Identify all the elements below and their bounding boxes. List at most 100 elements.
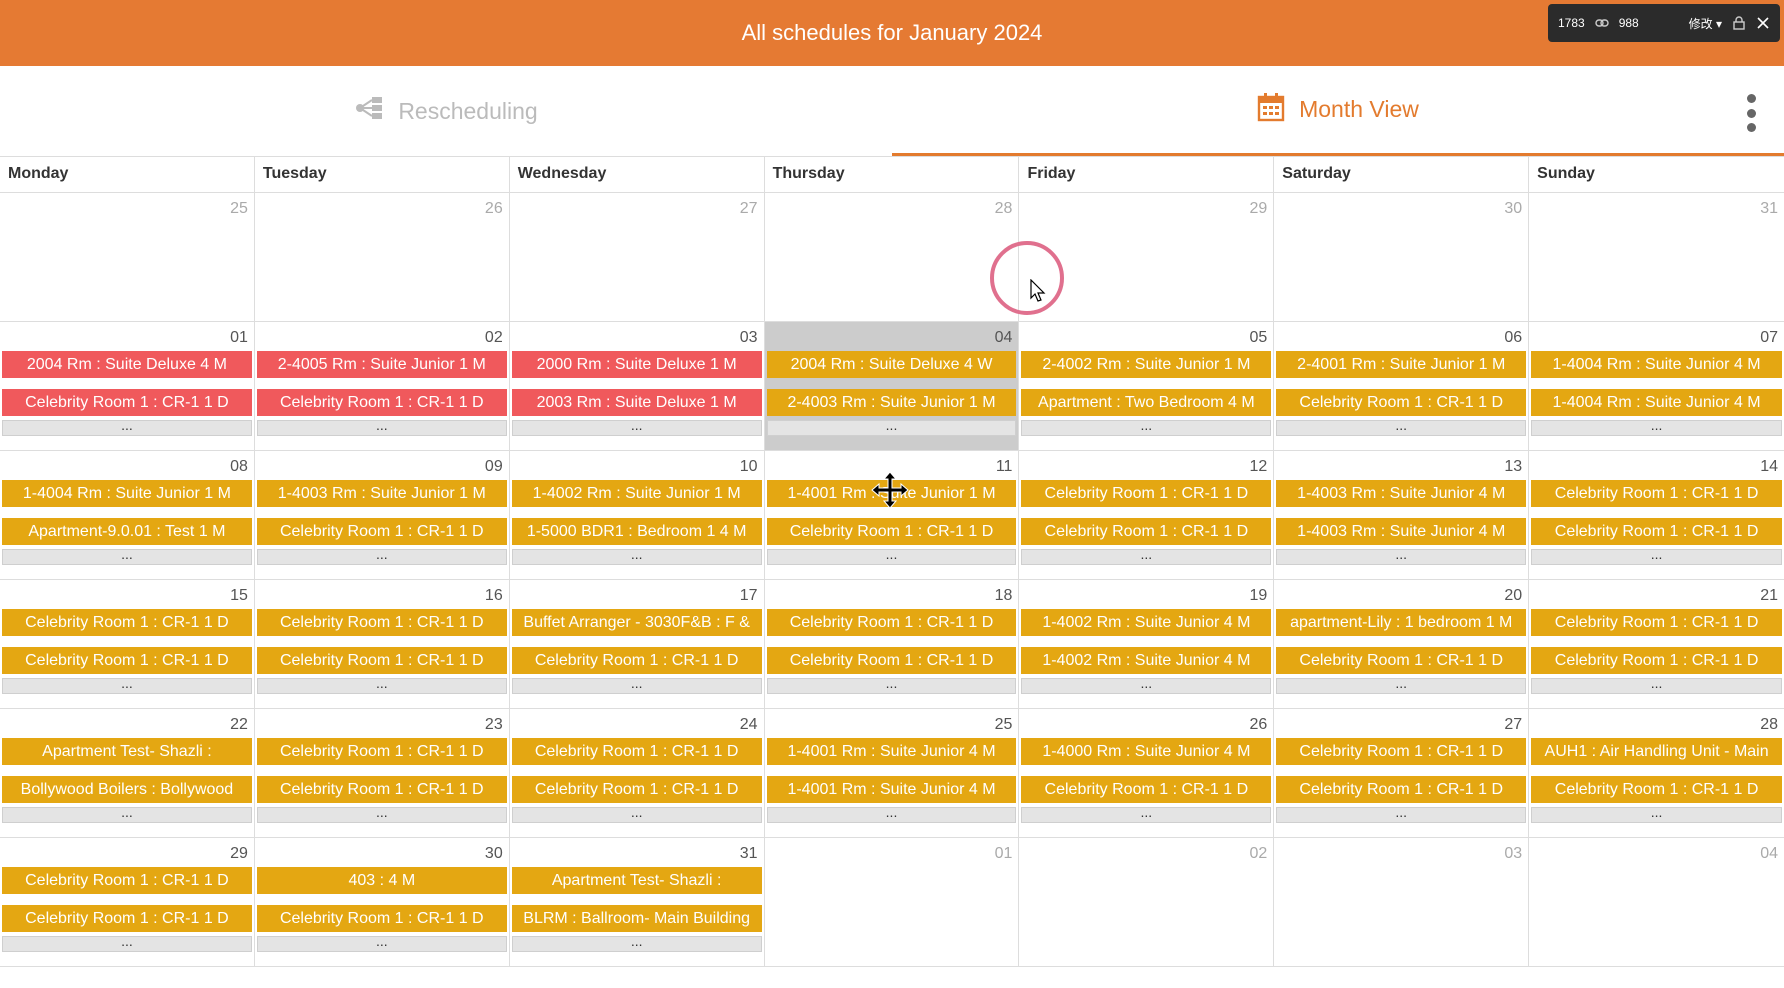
show-more-button[interactable]: ... xyxy=(1531,418,1783,436)
day-cell[interactable]: 31 xyxy=(1529,193,1784,321)
schedule-event[interactable]: Celebrity Room 1 : CR-1 1 D xyxy=(511,776,762,803)
schedule-event[interactable]: 1-4004 Rm : Suite Junior 4 M xyxy=(1531,351,1783,378)
day-cell[interactable]: 28 AUH1 : Air Handling Unit - Main Celebri… xyxy=(1529,709,1784,837)
show-more-button[interactable]: ... xyxy=(1021,805,1272,823)
day-cell[interactable]: 19 1-4002 Rm : Suite Junior 4 M 1-4002 Rm … xyxy=(1019,580,1275,708)
show-more-button[interactable]: ... xyxy=(511,934,762,952)
schedule-event[interactable]: 1-4002 Rm : Suite Junior 1 M xyxy=(511,480,762,507)
day-cell[interactable]: 07 1-4004 Rm : Suite Junior 4 M 1-4004 Rm … xyxy=(1529,322,1784,450)
day-cell[interactable]: 26 xyxy=(255,193,510,321)
schedule-event[interactable]: 2004 Rm : Suite Deluxe 4 M xyxy=(2,351,252,378)
day-cell[interactable]: 03 2000 Rm : Suite Deluxe 1 M 2003 Rm : Su… xyxy=(510,322,765,450)
schedule-event[interactable]: 1-4002 Rm : Suite Junior 4 M xyxy=(1021,647,1272,674)
day-cell[interactable]: 10 1-4002 Rm : Suite Junior 1 M 1-5000 BDR… xyxy=(510,451,765,579)
schedule-event[interactable]: Apartment Test- Shazli : xyxy=(511,867,762,894)
schedule-event[interactable]: Celebrity Room 1 : CR-1 1 D xyxy=(1276,389,1527,416)
day-cell[interactable]: 22 Apartment Test- Shazli : Bollywood Boil… xyxy=(0,709,255,837)
schedule-event[interactable]: Celebrity Room 1 : CR-1 1 D xyxy=(256,776,507,803)
day-cell[interactable]: 08 1-4004 Rm : Suite Junior 1 M Apartment-… xyxy=(0,451,255,579)
schedule-event[interactable]: Celebrity Room 1 : CR-1 1 D xyxy=(256,518,507,545)
show-more-button[interactable]: ... xyxy=(2,805,252,823)
schedule-event[interactable]: 2-4001 Rm : Suite Junior 1 M xyxy=(1276,351,1527,378)
schedule-event[interactable]: Celebrity Room 1 : CR-1 1 D xyxy=(1531,480,1783,507)
day-cell[interactable]: 01 xyxy=(765,838,1020,966)
show-more-button[interactable]: ... xyxy=(2,676,252,694)
schedule-event[interactable]: Celebrity Room 1 : CR-1 1 D xyxy=(766,518,1017,545)
show-more-button[interactable]: ... xyxy=(256,805,507,823)
show-more-button[interactable]: ... xyxy=(2,547,252,565)
show-more-button[interactable]: ... xyxy=(256,934,507,952)
day-cell[interactable]: 25 xyxy=(0,193,255,321)
schedule-event[interactable]: 1-4000 Rm : Suite Junior 4 M xyxy=(1021,738,1272,765)
day-cell[interactable]: 14 Celebrity Room 1 : CR-1 1 D Celebrity R… xyxy=(1529,451,1784,579)
schedule-event[interactable]: Buffet Arranger - 3030F&B : F & xyxy=(511,609,762,636)
day-cell[interactable]: 01 2004 Rm : Suite Deluxe 4 M Celebrity Ro… xyxy=(0,322,255,450)
schedule-event[interactable]: Celebrity Room 1 : CR-1 1 D xyxy=(766,647,1017,674)
day-cell[interactable]: 15 Celebrity Room 1 : CR-1 1 D Celebrity R… xyxy=(0,580,255,708)
schedule-event[interactable]: Celebrity Room 1 : CR-1 1 D xyxy=(2,905,252,932)
more-options-icon[interactable] xyxy=(1746,94,1756,132)
show-more-button[interactable]: ... xyxy=(2,934,252,952)
schedule-event[interactable]: Celebrity Room 1 : CR-1 1 D xyxy=(1276,738,1527,765)
schedule-event[interactable]: Celebrity Room 1 : CR-1 1 D xyxy=(256,647,507,674)
show-more-button[interactable]: ... xyxy=(1531,547,1783,565)
show-more-button[interactable]: ... xyxy=(1276,676,1527,694)
show-more-button[interactable]: ... xyxy=(766,418,1017,436)
schedule-event[interactable]: Celebrity Room 1 : CR-1 1 D xyxy=(256,389,507,416)
day-cell[interactable]: 24 Celebrity Room 1 : CR-1 1 D Celebrity R… xyxy=(510,709,765,837)
show-more-button[interactable]: ... xyxy=(1531,676,1783,694)
schedule-event[interactable]: Celebrity Room 1 : CR-1 1 D xyxy=(1021,518,1272,545)
schedule-event[interactable]: Celebrity Room 1 : CR-1 1 D xyxy=(511,738,762,765)
schedule-event[interactable]: 2000 Rm : Suite Deluxe 1 M xyxy=(511,351,762,378)
show-more-button[interactable]: ... xyxy=(256,418,507,436)
schedule-event[interactable]: Celebrity Room 1 : CR-1 1 D xyxy=(256,738,507,765)
day-cell[interactable]: 20 apartment-Lily : 1 bedroom 1 M Celebrit… xyxy=(1274,580,1530,708)
schedule-event[interactable]: Celebrity Room 1 : CR-1 1 D xyxy=(2,647,252,674)
schedule-event[interactable]: Celebrity Room 1 : CR-1 1 D xyxy=(1021,776,1272,803)
schedule-event[interactable]: 403 : 4 M xyxy=(256,867,507,894)
day-cell[interactable]: 17 Buffet Arranger - 3030F&B : F & Celebri… xyxy=(510,580,765,708)
schedule-event[interactable]: 1-4004 Rm : Suite Junior 4 M xyxy=(1531,389,1783,416)
schedule-event[interactable]: Bollywood Boilers : Bollywood xyxy=(2,776,252,803)
schedule-event[interactable]: Apartment-9.0.01 : Test 1 M xyxy=(2,518,252,545)
schedule-event[interactable]: Celebrity Room 1 : CR-1 1 D xyxy=(1276,776,1527,803)
day-cell[interactable]: 18 Celebrity Room 1 : CR-1 1 D Celebrity R… xyxy=(765,580,1020,708)
schedule-event[interactable]: Celebrity Room 1 : CR-1 1 D xyxy=(1531,776,1783,803)
tab-rescheduling[interactable]: Rescheduling xyxy=(0,66,892,156)
schedule-event[interactable]: 1-4003 Rm : Suite Junior 4 M xyxy=(1276,518,1527,545)
schedule-event[interactable]: Celebrity Room 1 : CR-1 1 D xyxy=(1531,647,1783,674)
show-more-button[interactable]: ... xyxy=(1021,418,1272,436)
lock-icon[interactable] xyxy=(1732,16,1746,30)
day-cell[interactable]: 30 403 : 4 M Celebrity Room 1 : CR-1 1 D..… xyxy=(255,838,510,966)
day-cell[interactable]: 27 xyxy=(510,193,765,321)
show-more-button[interactable]: ... xyxy=(511,805,762,823)
schedule-event[interactable]: Celebrity Room 1 : CR-1 1 D xyxy=(1021,480,1272,507)
schedule-event[interactable]: Celebrity Room 1 : CR-1 1 D xyxy=(256,905,507,932)
day-cell[interactable]: 06 2-4001 Rm : Suite Junior 1 M Celebrity … xyxy=(1274,322,1530,450)
schedule-event[interactable]: 1-4004 Rm : Suite Junior 1 M xyxy=(2,480,252,507)
schedule-event[interactable]: 2-4005 Rm : Suite Junior 1 M xyxy=(256,351,507,378)
day-cell[interactable]: 29 Celebrity Room 1 : CR-1 1 D Celebrity R… xyxy=(0,838,255,966)
close-icon[interactable] xyxy=(1756,16,1770,30)
schedule-event[interactable]: 1-4003 Rm : Suite Junior 4 M xyxy=(1276,480,1527,507)
day-cell[interactable]: 23 Celebrity Room 1 : CR-1 1 D Celebrity R… xyxy=(255,709,510,837)
day-cell[interactable]: 12 Celebrity Room 1 : CR-1 1 D Celebrity R… xyxy=(1019,451,1275,579)
schedule-event[interactable]: Celebrity Room 1 : CR-1 1 D xyxy=(2,867,252,894)
show-more-button[interactable]: ... xyxy=(511,418,762,436)
show-more-button[interactable]: ... xyxy=(766,547,1017,565)
schedule-event[interactable]: Apartment Test- Shazli : xyxy=(2,738,252,765)
schedule-event[interactable]: Celebrity Room 1 : CR-1 1 D xyxy=(511,647,762,674)
schedule-event[interactable]: 2-4003 Rm : Suite Junior 1 M xyxy=(766,389,1017,416)
show-more-button[interactable]: ... xyxy=(1021,676,1272,694)
day-cell[interactable]: 03 xyxy=(1274,838,1530,966)
day-cell[interactable]: 27 Celebrity Room 1 : CR-1 1 D Celebrity R… xyxy=(1274,709,1530,837)
schedule-event[interactable]: Apartment : Two Bedroom 4 M xyxy=(1021,389,1272,416)
schedule-event[interactable]: 2004 Rm : Suite Deluxe 4 W xyxy=(766,351,1017,378)
edit-dropdown[interactable]: 修改 ▾ xyxy=(1689,15,1722,32)
schedule-event[interactable]: Celebrity Room 1 : CR-1 1 D xyxy=(256,609,507,636)
show-more-button[interactable]: ... xyxy=(1276,547,1527,565)
schedule-event[interactable]: 1-4003 Rm : Suite Junior 1 M xyxy=(256,480,507,507)
day-cell[interactable]: 28 xyxy=(765,193,1020,321)
day-cell[interactable]: 02 2-4005 Rm : Suite Junior 1 M Celebrity … xyxy=(255,322,510,450)
day-cell[interactable]: 21 Celebrity Room 1 : CR-1 1 D Celebrity R… xyxy=(1529,580,1784,708)
